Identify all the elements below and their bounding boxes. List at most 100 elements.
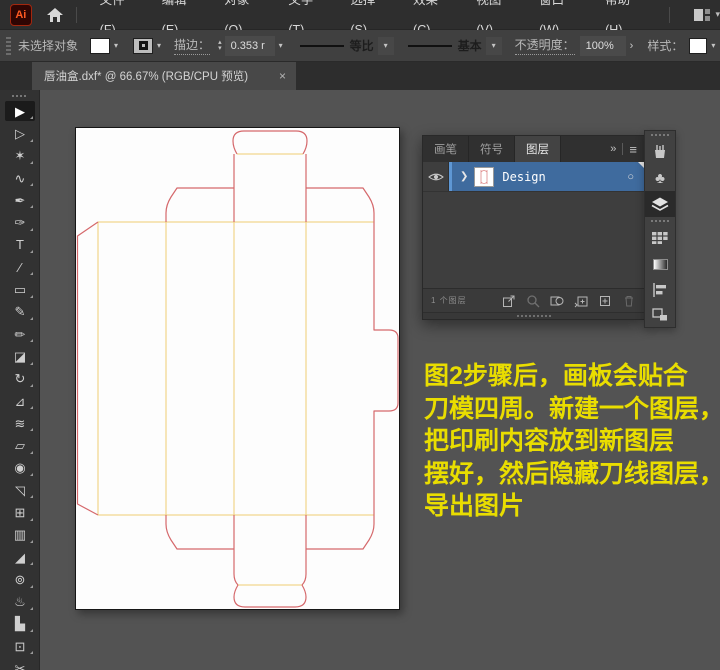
scale-tool[interactable]: ⊿: [0, 390, 40, 412]
eraser-tool[interactable]: ◪: [0, 345, 40, 367]
free-transform-tool[interactable]: ▱: [0, 434, 40, 456]
selection-tool-icon: ▶: [15, 105, 25, 118]
panel-grip[interactable]: [12, 92, 27, 99]
chevron-down-icon[interactable]: ▾: [378, 37, 394, 55]
perspective-grid-tool[interactable]: ◹: [0, 479, 40, 501]
type-tool[interactable]: T: [0, 234, 40, 256]
stroke-weight-value[interactable]: 0.353 r: [225, 36, 275, 56]
type-tool-icon: T: [16, 238, 24, 251]
menu-bar: Ai 文件(F)编辑(E)对象(O)文字(T)选择(S)效果(C)视图(V)窗口…: [0, 0, 720, 30]
home-icon[interactable]: [46, 7, 64, 23]
swatches-panel-icon[interactable]: [645, 225, 675, 251]
layers-panel-icon[interactable]: [645, 191, 675, 217]
panel-tab-画笔[interactable]: 画笔: [423, 136, 469, 162]
panel-resize-handle[interactable]: [423, 312, 644, 319]
align-panel-icon[interactable]: [645, 277, 675, 303]
direct-selection-tool[interactable]: ▷: [0, 122, 40, 144]
app-logo-icon[interactable]: Ai: [10, 4, 32, 26]
layer-row[interactable]: ❯ Design ○: [423, 162, 644, 192]
layers-panel-header: 画笔符号图层 » ≡: [423, 136, 644, 162]
paintbrush-tool-icon: ✎: [15, 305, 26, 318]
document-tab[interactable]: 唇油盒.dxf* @ 66.67% (RGB/CPU 预览) ×: [32, 62, 296, 90]
new-layer-icon[interactable]: [598, 294, 612, 308]
layer-name[interactable]: Design: [502, 170, 545, 184]
target-circle-icon[interactable]: ○: [627, 171, 634, 183]
column-graph-tool-icon: ▙: [15, 617, 25, 630]
slice-tool[interactable]: ✂: [0, 657, 40, 670]
lasso-tool[interactable]: ∿: [0, 167, 40, 189]
locate-object-icon[interactable]: [526, 294, 540, 308]
eyedropper-tool[interactable]: ◢: [0, 546, 40, 568]
make-clipping-mask-icon[interactable]: [550, 294, 564, 308]
mesh-tool-icon: ⊞: [15, 506, 26, 519]
stroke-weight-label[interactable]: 描边：: [174, 36, 210, 55]
shaper-tool[interactable]: ✏: [0, 323, 40, 345]
opacity-label[interactable]: 不透明度：: [515, 36, 575, 55]
mesh-tool[interactable]: ⊞: [0, 501, 40, 523]
width-profile-control[interactable]: 等比 ▾: [300, 37, 394, 55]
shape-builder-tool[interactable]: ◉: [0, 457, 40, 479]
panel-grip[interactable]: [645, 131, 675, 139]
chevron-down-icon: ▾: [715, 9, 720, 20]
transform-panel-icon[interactable]: [645, 303, 675, 325]
slice-tool-icon: ✂: [15, 662, 26, 670]
brushes-panel-icon[interactable]: [645, 139, 675, 165]
magic-wand-tool[interactable]: ✶: [0, 145, 40, 167]
opacity-more-arrow[interactable]: ›: [630, 40, 634, 52]
symbol-sprayer-tool-icon: ♨: [14, 595, 26, 608]
opacity-value[interactable]: 100%: [580, 36, 626, 56]
chevron-down-icon[interactable]: ▾: [157, 41, 161, 50]
chevron-down-icon[interactable]: ▾: [114, 41, 118, 50]
rectangle-tool-icon: ▭: [14, 283, 26, 296]
new-sublayer-icon[interactable]: [574, 294, 588, 308]
artboard-tool[interactable]: ⊡: [0, 635, 40, 657]
disclosure-arrow-icon[interactable]: ❯: [460, 171, 468, 182]
direct-selection-tool-icon: ▷: [15, 127, 25, 140]
eraser-tool-icon: ◪: [14, 350, 26, 363]
rectangle-tool[interactable]: ▭: [0, 278, 40, 300]
fill-color-swatch[interactable]: [90, 38, 110, 54]
width-tool[interactable]: ≋: [0, 412, 40, 434]
selection-accent: [449, 162, 452, 191]
chevron-down-icon[interactable]: ▾: [486, 37, 502, 55]
pen-tool[interactable]: ✒: [0, 189, 40, 211]
layer-count: 1 个图层: [431, 295, 467, 306]
collect-for-export-icon[interactable]: [502, 294, 516, 308]
symbols-panel-icon[interactable]: ♣: [645, 165, 675, 191]
chevron-down-icon[interactable]: ▾: [279, 41, 283, 50]
panel-menu-icon[interactable]: ≡: [629, 142, 637, 157]
artboard[interactable]: [75, 127, 400, 610]
blend-tool-icon: ⊚: [15, 573, 26, 586]
rotate-tool[interactable]: ↻: [0, 368, 40, 390]
delete-layer-icon[interactable]: [622, 294, 636, 308]
panel-collapse-icon[interactable]: »: [610, 143, 616, 155]
visibility-toggle[interactable]: [423, 162, 449, 191]
stroke-weight-stepper[interactable]: ▴▾: [218, 40, 222, 52]
paintbrush-tool[interactable]: ✎: [0, 301, 40, 323]
panel-dock: ♣: [644, 130, 676, 328]
panel-grip[interactable]: [645, 217, 675, 225]
gradient-panel-icon[interactable]: [645, 251, 675, 277]
tools-panel: ▶ ▷ ✶ ∿✒✑ T ∕ ▭ ✎ ✏ ◪ ↻⊿≋▱◉◹ ⊞ ▥◢ ⊚ ♨ ▙ ⊡ ✂: [0, 90, 40, 670]
control-bar: 未选择对象 ▾ ▾ 描边： ▴▾ 0.353 r ▾ 等比 ▾ 基本 ▾ 不透明…: [0, 30, 720, 62]
workspace-switcher[interactable]: ▾: [694, 9, 720, 21]
selection-tool[interactable]: ▶: [0, 100, 40, 122]
chevron-down-icon[interactable]: ▾: [711, 41, 715, 50]
layer-thumbnail[interactable]: [474, 167, 494, 187]
curvature-tool[interactable]: ✑: [0, 211, 40, 233]
column-graph-tool[interactable]: ▙: [0, 613, 40, 635]
style-swatch[interactable]: [689, 38, 707, 54]
workspace-switcher-icon: [694, 9, 710, 21]
selected-layer[interactable]: ❯ Design ○: [449, 162, 644, 191]
panel-tab-图层[interactable]: 图层: [515, 136, 561, 162]
stroke-color-swatch[interactable]: [133, 38, 153, 54]
symbol-sprayer-tool[interactable]: ♨: [0, 591, 40, 613]
brush-definition-control[interactable]: 基本 ▾: [408, 37, 502, 55]
panel-tab-符号[interactable]: 符号: [469, 136, 515, 162]
panel-grip[interactable]: [6, 37, 11, 55]
close-icon[interactable]: ×: [279, 69, 286, 83]
blend-tool[interactable]: ⊚: [0, 568, 40, 590]
line-segment-tool[interactable]: ∕: [0, 256, 40, 278]
gradient-tool[interactable]: ▥: [0, 524, 40, 546]
magic-wand-tool-icon: ✶: [15, 149, 26, 162]
